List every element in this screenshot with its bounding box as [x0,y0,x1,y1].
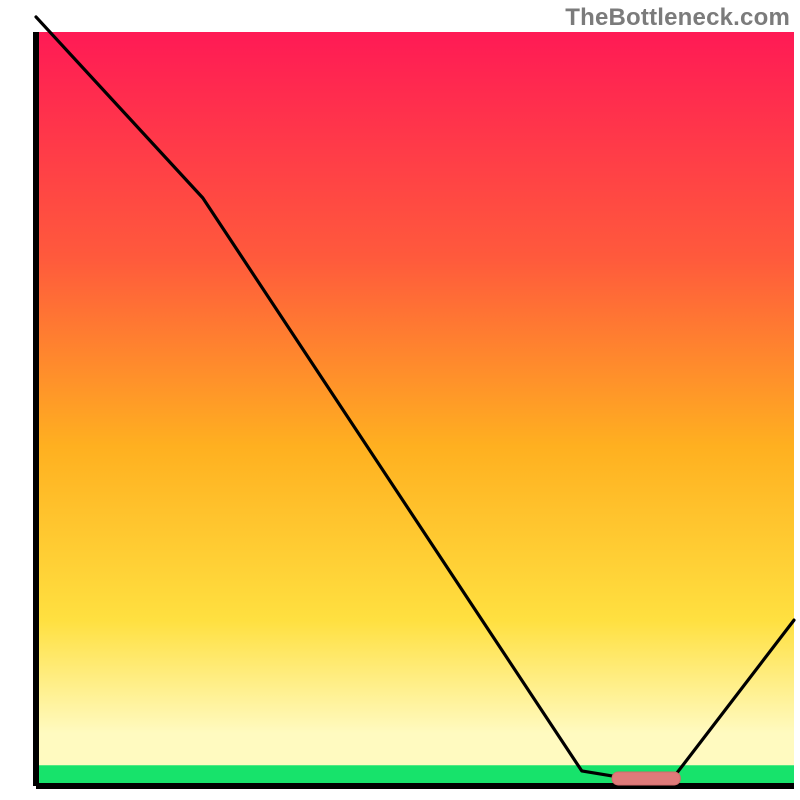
chart-root: { "watermark": "TheBottleneck.com", "col… [0,0,800,800]
plot-background [36,32,794,786]
optimal-marker [612,772,680,785]
bottleneck-chart [0,0,800,800]
